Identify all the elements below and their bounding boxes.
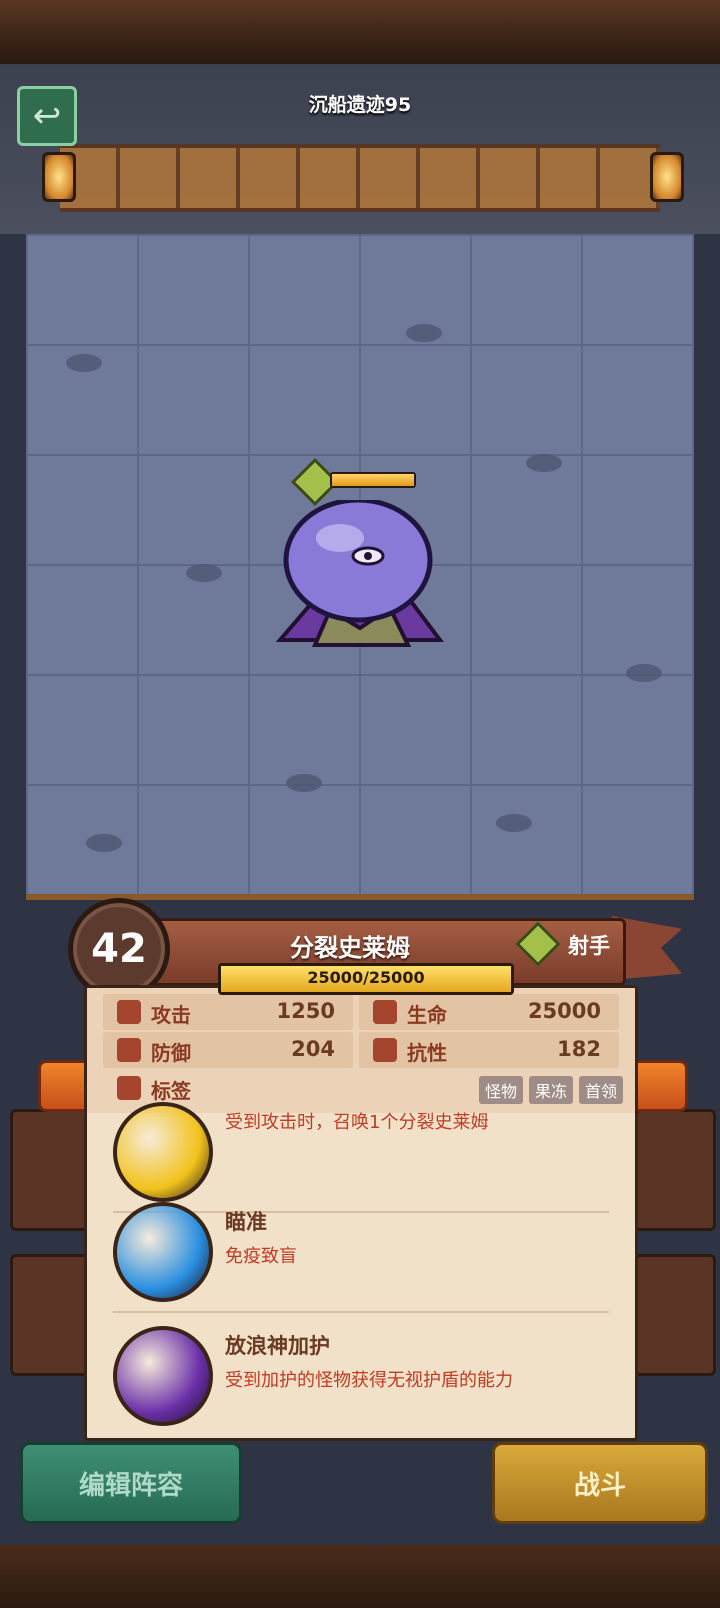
hero-slot-right-2[interactable] bbox=[634, 1254, 716, 1376]
floor-rock bbox=[186, 564, 222, 582]
stat-defense: 防御 204 bbox=[103, 1032, 353, 1068]
top-wood-frame bbox=[0, 0, 720, 67]
floor-rock bbox=[406, 324, 442, 342]
brick-wall bbox=[60, 144, 660, 212]
stat-attack: 攻击 1250 bbox=[103, 994, 353, 1030]
lightning-icon bbox=[373, 1038, 397, 1062]
sunglasses-skill-icon bbox=[113, 1202, 213, 1302]
stage-title: 沉船遗迹95 bbox=[308, 94, 412, 116]
monster-name: 分裂史莱姆 bbox=[290, 934, 410, 962]
floor-rock bbox=[286, 774, 322, 792]
monster-info-card: 攻击 1250 生命 25000 防御 204 抗性 182 标签 怪物 果冻 首领 bbox=[84, 985, 638, 1441]
monster-role: 射手 bbox=[568, 934, 610, 958]
hero-slot-left-2[interactable] bbox=[10, 1254, 92, 1376]
lantern-icon bbox=[650, 152, 684, 202]
hero-slot-right-1[interactable] bbox=[634, 1109, 716, 1231]
skill-item-blessing[interactable]: 放浪神加护 受到加护的怪物获得无视护盾的能力 bbox=[87, 1312, 635, 1437]
floor-rock bbox=[66, 354, 102, 372]
fight-button[interactable]: 战斗 bbox=[492, 1442, 708, 1524]
stat-resist: 抗性 182 bbox=[359, 1032, 619, 1068]
floor-rock bbox=[626, 664, 662, 682]
monster-hp-bar: 25000/25000 bbox=[218, 963, 514, 995]
floor-rock bbox=[496, 814, 532, 832]
stat-life: 生命 25000 bbox=[359, 994, 619, 1030]
shield-icon bbox=[117, 1038, 141, 1062]
floor-rock bbox=[86, 834, 122, 852]
monster-hp-text: 25000/25000 bbox=[307, 968, 425, 987]
heart-icon bbox=[373, 1000, 397, 1024]
monster-level: 42 bbox=[91, 926, 147, 972]
floor-rock bbox=[526, 454, 562, 472]
slime-monster[interactable] bbox=[270, 500, 450, 660]
fist-icon bbox=[117, 1000, 141, 1024]
skill-item-aim[interactable]: 瞄准 免疫致盲 bbox=[87, 1188, 635, 1313]
bottom-wood-frame bbox=[0, 1545, 720, 1608]
split-skill-icon bbox=[113, 1102, 213, 1202]
monster-mini-hp-bar bbox=[330, 472, 416, 488]
wizard-hat-skill-icon bbox=[113, 1326, 213, 1426]
edit-team-button[interactable]: 编辑阵容 bbox=[20, 1442, 242, 1524]
hero-slot-left-1[interactable] bbox=[10, 1109, 92, 1231]
lantern-icon bbox=[42, 152, 76, 202]
